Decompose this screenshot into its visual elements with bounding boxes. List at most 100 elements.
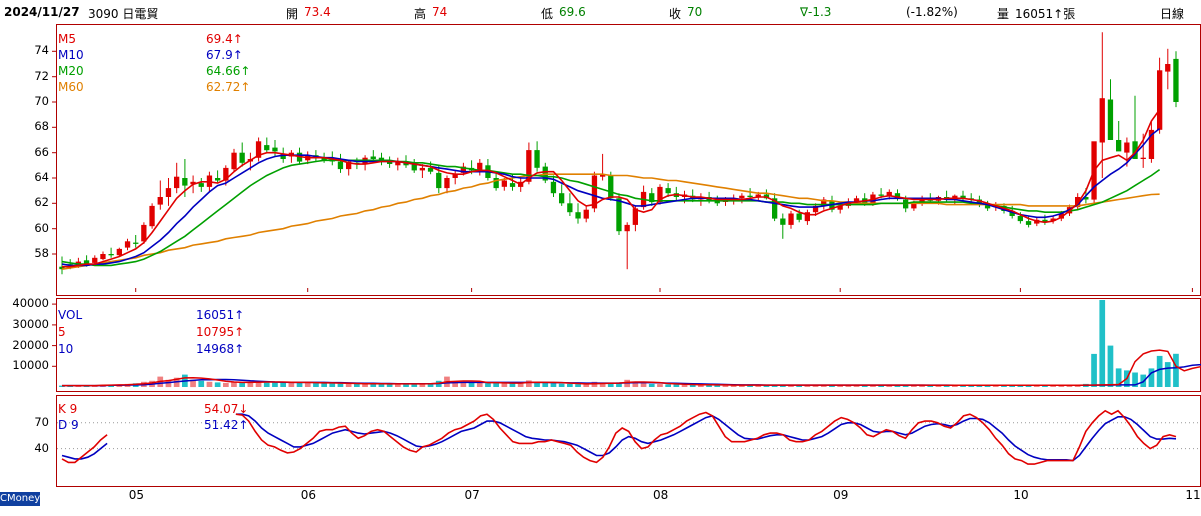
volume-bar [1173, 353, 1179, 387]
candle-body [747, 195, 753, 197]
volume-bar [558, 383, 565, 387]
candle-body [608, 175, 614, 199]
candle-body [1017, 216, 1023, 222]
k9-line [235, 409, 1177, 465]
candle-body [182, 178, 188, 186]
legend-m5-name: M5 [58, 32, 76, 46]
volume-bar [575, 384, 581, 387]
month-label: 09 [833, 488, 849, 502]
candle-body [419, 167, 425, 171]
candle-body [436, 172, 442, 189]
candle-body [239, 152, 245, 163]
price-y-tick: 66 [34, 144, 49, 159]
legend-m60-value: 62.72↑ [206, 80, 251, 94]
legend-m10-value: 67.9↑ [206, 48, 243, 62]
legend-m60-name: M60 [58, 80, 84, 94]
legend-k-value: 54.07↓ [204, 402, 249, 416]
kd-y-tick: 40 [34, 440, 49, 455]
candle-body [165, 188, 172, 197]
volume-bar [468, 382, 475, 387]
price-y-tick: 58 [34, 246, 49, 260]
volume-bar [345, 383, 352, 387]
stock-chart-canvas [52, 32, 1201, 465]
volume-bar [517, 383, 524, 387]
volume-bar [640, 382, 647, 387]
legend-vol-value: 16051↑ [196, 308, 245, 322]
candle-body [1173, 58, 1179, 102]
legend-m20-value: 64.66↑ [206, 64, 251, 78]
legend-vol10-name: 10 [58, 342, 74, 356]
volume-y-tick: 20000 [12, 337, 49, 352]
volume-bar [1148, 368, 1155, 387]
volume-bar [1164, 362, 1171, 387]
legend-m5-value: 69.4↑ [206, 32, 243, 46]
volume-bar [288, 382, 295, 387]
legend-d-name: D 9 [58, 418, 79, 432]
candle-body [1140, 157, 1146, 159]
month-label: 11 [1185, 488, 1201, 502]
legend-m20-name: M20 [58, 64, 84, 78]
candle-body [780, 218, 786, 225]
candle-body [1124, 142, 1130, 153]
candle-body [583, 209, 589, 219]
volume-bar [648, 383, 655, 387]
volume-bar [673, 384, 680, 387]
candle-body [124, 241, 131, 248]
volume-bar [665, 384, 671, 387]
candle-body [878, 194, 884, 196]
candle-body [141, 224, 147, 242]
volume-bar [567, 383, 573, 387]
legend-vol10-value: 14968↑ [196, 342, 245, 356]
candle-body [108, 254, 114, 256]
volume-bar [485, 383, 491, 387]
candle-body [231, 152, 237, 170]
candle-body [567, 203, 573, 213]
kd-y-tick: 70 [34, 414, 49, 429]
price-y-tick: 72 [34, 68, 49, 83]
volume-bar [476, 382, 483, 387]
price-y-tick: 68 [34, 119, 49, 134]
month-label: 08 [652, 488, 669, 502]
candle-body [1107, 99, 1114, 140]
candle-body [1157, 70, 1163, 130]
candle-body [272, 147, 278, 152]
price-y-tick: 60 [34, 220, 49, 235]
candle-body [370, 156, 376, 159]
volume-bar [329, 383, 336, 387]
price-y-tick: 64 [34, 170, 49, 184]
legend-m10-name: M10 [58, 48, 84, 62]
candle-body [550, 181, 557, 194]
legend-vol5-name: 5 [58, 325, 66, 339]
volume-bar [1099, 300, 1106, 387]
month-label: 06 [300, 488, 317, 502]
volume-bar [206, 381, 213, 387]
month-label: 10 [1013, 488, 1029, 502]
volume-bar [304, 382, 311, 387]
candle-body [264, 145, 270, 151]
price-y-tick: 62 [34, 195, 49, 210]
candle-body [796, 213, 802, 220]
candle-body [215, 178, 221, 181]
volume-bar [1091, 353, 1097, 387]
candle-body [665, 188, 671, 194]
volume-bar [657, 384, 663, 387]
volume-bar [583, 384, 590, 387]
volume-bar [542, 382, 549, 387]
volume-bar [223, 382, 229, 387]
volume-bar [280, 382, 286, 387]
d9-line [235, 413, 1177, 462]
brand-logo: CMoney [0, 492, 41, 506]
candle-body [501, 180, 507, 187]
candle-body [1165, 64, 1171, 72]
volume-bar [214, 382, 221, 387]
volume-y-tick: 40000 [12, 296, 49, 311]
price-y-tick: 70 [34, 94, 49, 108]
candle-body [337, 161, 344, 170]
volume-bar [239, 382, 245, 387]
candle-body [739, 195, 745, 199]
legend-k-name: K 9 [58, 402, 78, 416]
candle-body [92, 257, 98, 263]
candle-body [616, 198, 622, 232]
volume-bar [337, 383, 344, 387]
candle-body [624, 224, 630, 232]
